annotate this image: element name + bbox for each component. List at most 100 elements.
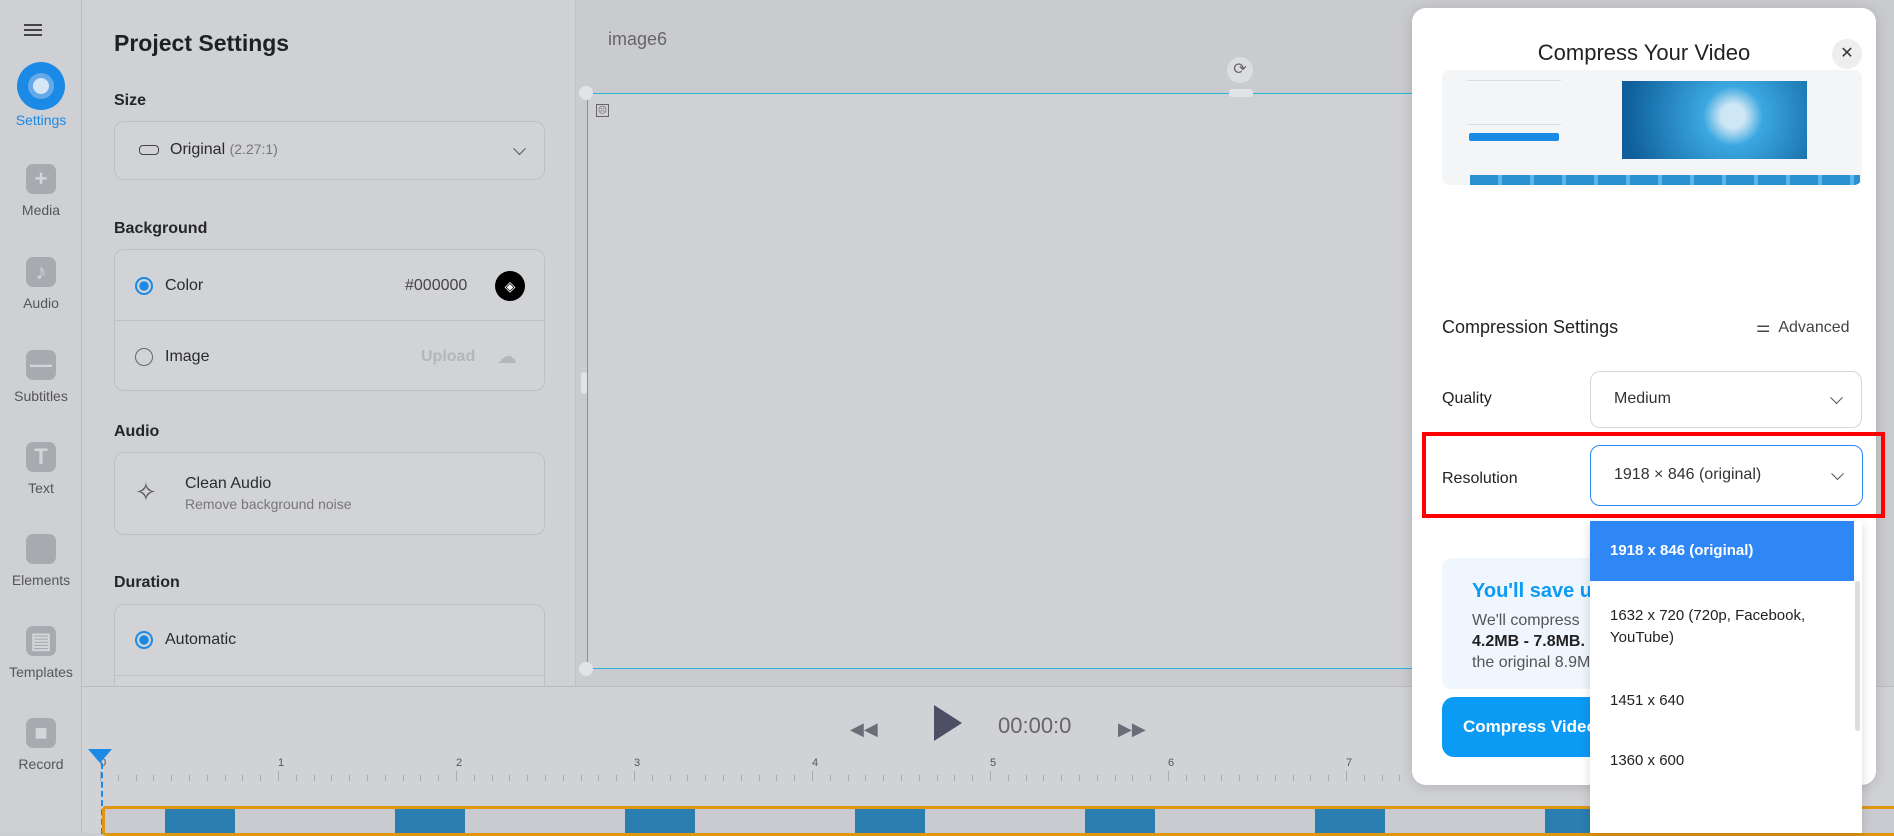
automatic-radio[interactable]: [135, 631, 153, 649]
resolution-dropdown-list: 1918 x 846 (original) 1632 x 720 (720p, …: [1590, 521, 1862, 833]
image-radio[interactable]: [135, 348, 153, 366]
project-settings-panel: Project Settings Size Original (2.27:1) …: [82, 0, 576, 714]
duration-label: Duration: [114, 574, 180, 591]
fast-forward-icon[interactable]: ▶▶: [1118, 719, 1146, 740]
rail-item-media[interactable]: + Media: [0, 164, 82, 218]
size-select[interactable]: Original (2.27:1): [114, 121, 545, 180]
ruler-tick-label: 6: [1168, 757, 1175, 769]
ruler-tick: [776, 775, 778, 781]
quality-select[interactable]: Medium: [1590, 371, 1862, 428]
rail-item-elements[interactable]: Elements: [0, 534, 82, 588]
rail-item-settings[interactable]: Settings: [0, 62, 82, 128]
resize-handle[interactable]: [581, 372, 587, 394]
rail-item-templates[interactable]: ▤ Templates: [0, 626, 82, 680]
clean-audio-title: Clean Audio: [185, 475, 272, 492]
ruler-tick: [1132, 775, 1134, 781]
ruler-tick: [224, 775, 226, 781]
ruler-tick-label: 4: [812, 757, 819, 769]
ruler-tick: [1346, 771, 1347, 781]
ruler-tick: [598, 775, 600, 781]
compression-settings-title: Compression Settings: [1442, 317, 1619, 337]
sliders-icon: ⚌: [1756, 319, 1771, 336]
ruler-tick: [812, 771, 813, 781]
ruler-tick: [936, 775, 938, 781]
ruler-tick: [545, 775, 546, 781]
current-time: 00:00:0: [998, 713, 1072, 738]
ruler-tick: [1061, 775, 1063, 781]
size-label: Size: [114, 92, 147, 109]
templates-icon: ▤: [26, 626, 56, 656]
ruler-tick: [278, 771, 279, 781]
resize-handle[interactable]: [579, 662, 593, 676]
ruler-tick: [1168, 771, 1169, 781]
canvas-frame[interactable]: ☹: [587, 93, 1437, 669]
ruler-tick: [1221, 775, 1223, 781]
close-icon[interactable]: ✕: [1832, 39, 1862, 69]
ruler-tick: [1399, 775, 1401, 781]
playhead[interactable]: [88, 749, 112, 763]
rail-item-record[interactable]: ■ Record: [0, 718, 82, 772]
ruler-tick: [972, 775, 974, 781]
cloud-upload-icon[interactable]: ☁: [497, 344, 517, 369]
rotate-icon[interactable]: ⟳: [1227, 57, 1253, 83]
ruler-tick: [901, 775, 902, 781]
ruler-tick: [260, 775, 262, 781]
rail-item-text[interactable]: T Text: [0, 442, 82, 496]
ruler-tick: [651, 775, 653, 781]
clean-audio-option[interactable]: ✧ Clean Audio Remove background noise: [114, 452, 545, 535]
chevron-down-icon: [1830, 390, 1843, 404]
ruler-tick: [954, 775, 956, 781]
dropdown-scrollbar[interactable]: [1855, 581, 1860, 731]
ruler-tick-label: 3: [634, 757, 641, 769]
ruler-tick: [990, 771, 991, 781]
automatic-label: Automatic: [165, 631, 237, 648]
ruler-tick: [1292, 775, 1294, 781]
ruler-tick: [189, 775, 190, 781]
rail-item-audio[interactable]: ♪ Audio: [0, 257, 82, 311]
ruler-tick: [794, 775, 796, 781]
ruler-tick: [527, 775, 529, 781]
timeline-ruler[interactable]: 01234567: [100, 757, 1508, 787]
ruler-tick: [865, 775, 867, 781]
panel-title: Project Settings: [114, 30, 290, 56]
play-icon[interactable]: [934, 705, 962, 741]
settings-icon: [17, 62, 65, 110]
subtitles-icon: —: [26, 350, 56, 380]
upload-button[interactable]: Upload: [421, 348, 475, 366]
color-radio[interactable]: [135, 277, 153, 295]
ruler-tick: [1025, 775, 1027, 781]
resize-handle[interactable]: [579, 86, 593, 100]
paint-bucket-icon[interactable]: ◈: [495, 271, 525, 301]
ruler-tick: [1239, 775, 1241, 781]
ruler-tick: [1007, 775, 1009, 781]
resolution-option[interactable]: 1451 x 640: [1590, 673, 1854, 728]
preview-image: [1442, 70, 1862, 185]
resolution-option[interactable]: 1632 x 720 (720p, Facebook, YouTube): [1590, 581, 1854, 673]
ruler-tick: [473, 775, 475, 781]
resolution-option[interactable]: 1360 x 600: [1590, 733, 1854, 788]
ruler-tick: [740, 775, 742, 781]
sparkle-icon: ✧: [135, 477, 157, 507]
advanced-button[interactable]: ⚌ Advanced: [1756, 317, 1850, 337]
rewind-icon[interactable]: ◀◀: [850, 719, 878, 740]
ruler-tick: [438, 775, 440, 781]
left-rail: Settings + Media ♪ Audio — Subtitles T Text …: [0, 0, 82, 833]
resize-handle[interactable]: [1229, 89, 1253, 97]
ruler-tick: [616, 775, 618, 781]
ruler-tick: [1043, 775, 1045, 781]
ruler-tick: [883, 775, 885, 781]
ruler-tick: [918, 775, 920, 781]
ruler-tick: [758, 775, 760, 781]
color-option-label: Color: [165, 277, 204, 294]
ruler-tick: [491, 775, 493, 781]
ruler-tick: [669, 775, 671, 781]
ruler-tick: [295, 775, 297, 781]
ruler-tick: [1363, 775, 1365, 781]
rail-item-subtitles[interactable]: — Subtitles: [0, 350, 82, 404]
ruler-tick: [135, 775, 137, 781]
menu-icon[interactable]: [24, 24, 42, 36]
resolution-option[interactable]: 1918 x 846 (original): [1590, 521, 1854, 581]
size-value: Original: [170, 141, 226, 158]
ruler-tick: [1328, 775, 1330, 781]
ruler-tick-label: 2: [456, 757, 463, 769]
